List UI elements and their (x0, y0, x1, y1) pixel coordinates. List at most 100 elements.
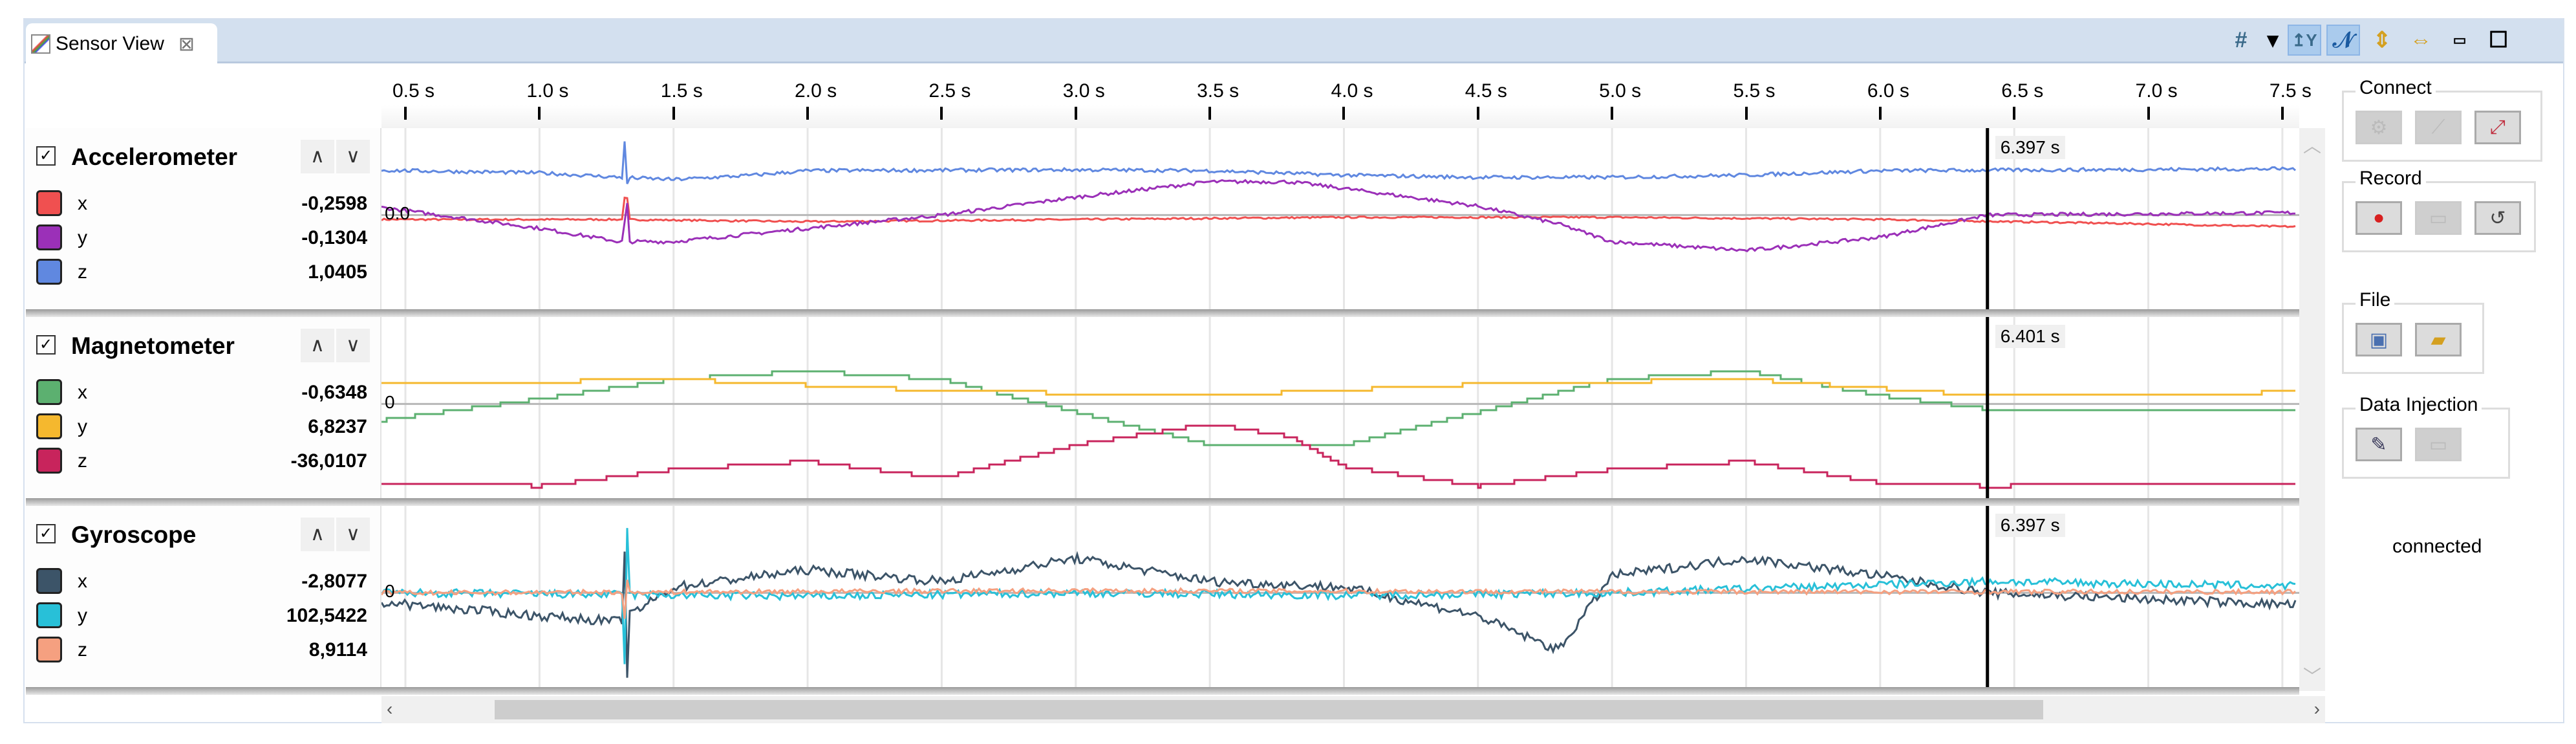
save-button[interactable]: ▣ (2356, 323, 2402, 356)
channel-color-swatch[interactable] (36, 602, 62, 628)
trace-x (381, 370, 2295, 446)
stop-injection-button[interactable]: ▭ (2415, 428, 2462, 461)
sensor-title: Magnetometer (71, 333, 235, 359)
autoscale-y-icon[interactable]: ↥Y (2288, 25, 2321, 56)
sensor-checkbox[interactable]: ✓ (36, 146, 56, 166)
tick-label: 6.0 s (1867, 80, 1909, 102)
channel-color-swatch[interactable] (36, 259, 62, 285)
line-mode-icon[interactable]: 𝒩 (2326, 25, 2360, 56)
panel-separator[interactable] (26, 687, 2299, 695)
chevron-down-icon[interactable]: ▾ (2263, 25, 2282, 56)
channel-color-swatch[interactable] (36, 413, 62, 439)
sensor-title: Accelerometer (71, 144, 238, 170)
sensor-title: Gyroscope (71, 521, 197, 548)
connect-button[interactable]: ⤢ (2474, 111, 2521, 144)
fit-horizontal-icon[interactable]: ⇔ (2404, 25, 2438, 56)
tick-mark (672, 107, 675, 120)
stop-injection-icon: ▭ (2429, 433, 2448, 455)
connect-icon: ⤢ (2490, 116, 2506, 138)
disconnect-icon: ⟋ (2431, 116, 2445, 138)
channel-name: y (78, 416, 87, 437)
channel-name: z (78, 261, 87, 283)
scroll-thumb[interactable] (495, 700, 2043, 719)
channel-color-swatch[interactable] (36, 637, 62, 662)
tick-mark (806, 107, 810, 120)
connect-group: Connect ⚙ ⟋ ⤢ (2342, 77, 2542, 162)
tick-label: 7.0 s (2135, 80, 2178, 102)
horizontal-scrollbar[interactable]: ‹ › (381, 696, 2325, 723)
maximize-icon[interactable]: ☐ (2482, 25, 2515, 56)
tab-title: Sensor View (56, 33, 164, 54)
panel-separator[interactable] (26, 309, 2299, 317)
fit-vertical-icon[interactable]: ⇕ (2365, 25, 2399, 56)
zero-label: 0 (385, 581, 395, 602)
scroll-right-icon[interactable]: › (2314, 699, 2320, 719)
open-folder-button[interactable]: ▰ (2415, 323, 2462, 356)
reset-icon: ↺ (2489, 207, 2506, 229)
channel-color-swatch[interactable] (36, 379, 62, 405)
tick-mark (538, 107, 541, 120)
channel-name: y (78, 605, 87, 626)
minimize-icon[interactable]: ▭ (2443, 25, 2476, 56)
tick-label: 1.0 s (526, 80, 569, 102)
grid-icon[interactable]: # (2224, 25, 2258, 56)
settings-icon: ⚙ (2370, 116, 2388, 138)
tab-sensor-view[interactable]: Sensor View ⊠ (26, 23, 217, 65)
record-button[interactable]: ● (2356, 201, 2402, 235)
tick-mark (1208, 107, 1212, 120)
move-up-button[interactable]: ∧ (301, 518, 334, 551)
tick-label: 1.5 s (660, 80, 703, 102)
sensor-checkbox[interactable]: ✓ (36, 335, 56, 355)
zero-label: 0 (385, 392, 395, 413)
channel-value: -36,0107 (290, 450, 367, 472)
tick-label: 3.5 s (1197, 80, 1240, 102)
trace-x (381, 551, 2297, 678)
tick-label: 5.5 s (1733, 80, 1776, 102)
connection-status: connected (2392, 536, 2482, 557)
channel-color-swatch[interactable] (36, 190, 62, 216)
channel-color-swatch[interactable] (36, 224, 62, 250)
move-down-button[interactable]: ∨ (336, 329, 370, 362)
move-up-button[interactable]: ∧ (301, 140, 334, 173)
tick-label: 0.5 s (392, 80, 435, 102)
inject-button[interactable]: ✎ (2356, 428, 2402, 461)
move-down-button[interactable]: ∨ (336, 518, 370, 551)
trace-z (381, 424, 2295, 489)
channel-value: -0,1304 (301, 227, 367, 248)
inject-icon: ✎ (2370, 433, 2387, 455)
channel-color-swatch[interactable] (36, 448, 62, 474)
file-group-label: File (2356, 289, 2395, 311)
settings-button[interactable]: ⚙ (2356, 111, 2402, 144)
record-group: Record ● ▭ ↺ (2342, 168, 2536, 252)
disconnect-button[interactable]: ⟋ (2415, 111, 2462, 144)
tick-mark (1342, 107, 1346, 120)
scroll-left-icon[interactable]: ‹ (387, 699, 392, 719)
move-down-button[interactable]: ∨ (336, 140, 370, 173)
sensor-legend: ✓ Accelerometer ∧ ∨ x -0,2598 y -0,1304 … (26, 128, 381, 309)
tick-label: 2.5 s (928, 80, 971, 102)
tick-mark (1476, 107, 1479, 120)
panel-separator[interactable] (26, 498, 2299, 506)
tick-mark (2281, 107, 2284, 120)
sensor-panel-accelerometer: ✓ Accelerometer ∧ ∨ x -0,2598 y -0,1304 … (26, 128, 2299, 309)
channel-value: -0,6348 (301, 382, 367, 403)
zero-label: 0.0 (385, 203, 410, 224)
close-icon[interactable]: ⊠ (178, 33, 195, 56)
scroll-up-icon[interactable]: ︿ (2299, 132, 2325, 158)
save-icon: ▣ (2369, 329, 2388, 351)
move-up-button[interactable]: ∧ (301, 329, 334, 362)
tick-mark (1074, 107, 1077, 120)
scroll-down-icon[interactable]: ﹀ (2299, 662, 2325, 688)
tick-mark (1744, 107, 1748, 120)
reset-button[interactable]: ↺ (2474, 201, 2521, 235)
channel-name: x (78, 193, 87, 214)
vertical-scrollbar[interactable]: ︿ ﹀ (2299, 128, 2325, 691)
cursor-time-label: 6.401 s (1995, 325, 2065, 348)
file-group: File ▣ ▰ (2342, 289, 2484, 374)
cursor-time-label: 6.397 s (1995, 136, 2065, 159)
open-folder-icon: ▰ (2431, 329, 2446, 351)
sensor-panel-gyroscope: ✓ Gyroscope ∧ ∨ x -2,8077 y 102,5422 z 8… (26, 506, 2299, 687)
sensor-checkbox[interactable]: ✓ (36, 524, 56, 543)
channel-color-swatch[interactable] (36, 568, 62, 594)
stop-button[interactable]: ▭ (2415, 201, 2462, 235)
